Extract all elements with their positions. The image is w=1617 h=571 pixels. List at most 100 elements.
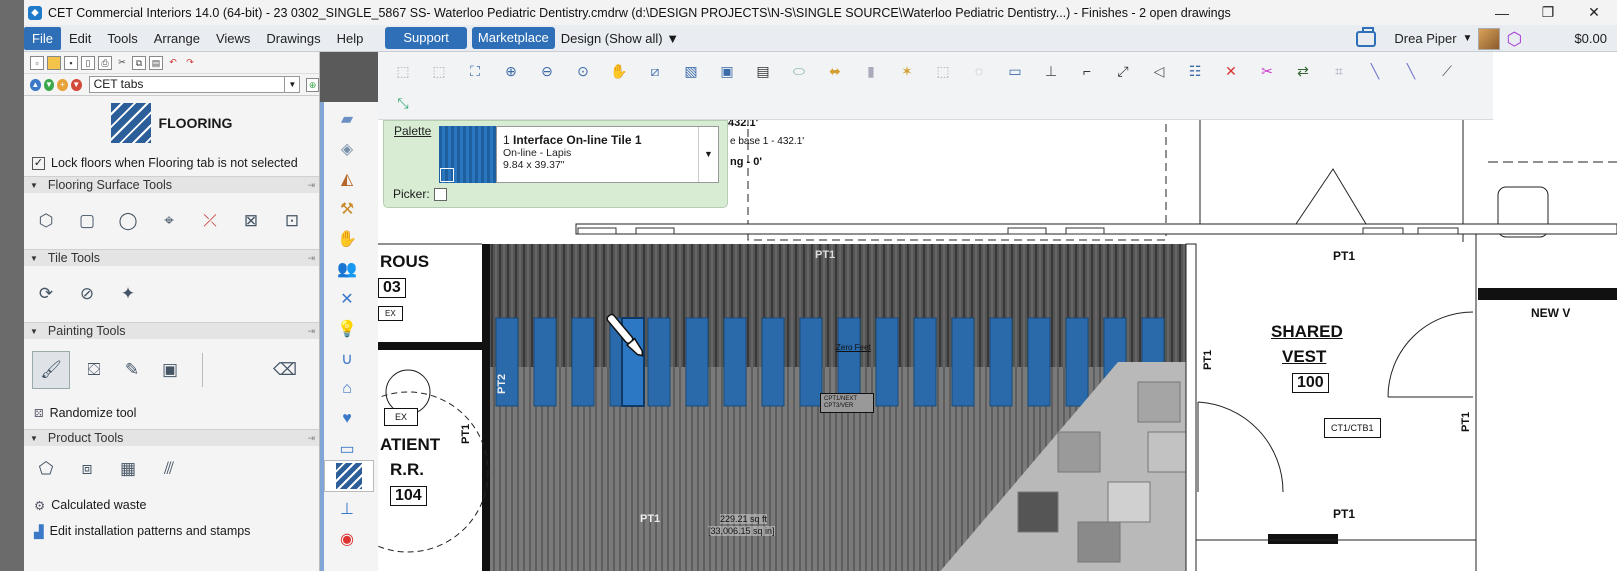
circle-surface-icon[interactable]: ◯ [114,207,142,235]
briefcase-icon[interactable] [1356,26,1377,47]
zoom-out-icon[interactable]: ⊖ [534,58,560,84]
product-layer-icon[interactable]: ⧈ [73,455,101,483]
tab-people-icon[interactable]: 👥 [330,256,364,282]
save-icon[interactable]: ▪ [64,55,78,70]
nav-add-icon[interactable]: + [57,78,68,91]
ruler-icon[interactable]: ⟋ [1434,58,1460,84]
align-icon[interactable]: ☷ [1182,58,1208,84]
paste-icon[interactable]: ▤ [149,55,163,70]
section-flooring-surface-tools[interactable]: ▼ Flooring Surface Tools ⇥ [24,176,319,193]
redo-icon[interactable]: ↷ [183,56,197,70]
close-button[interactable]: ✕ [1571,0,1617,25]
nav-down-icon[interactable]: ▼ [43,78,55,91]
undo-icon[interactable]: ↶ [166,56,180,70]
rectangle-surface-icon[interactable]: ▢ [73,207,101,235]
menu-arrange[interactable]: Arrange [146,27,208,50]
product-image-icon[interactable]: ▦ [114,455,142,483]
menu-views[interactable]: Views [208,27,258,50]
hexagon-icon[interactable]: ⬡ [1506,30,1524,48]
palette-link[interactable]: Palette [394,124,431,138]
drawing-canvas[interactable]: ation - 432.1' e base 1 - 432.1' ng - 0'… [378,52,1617,571]
paint-bucket-icon[interactable]: ⛋ [80,356,108,384]
cet-tabs-select[interactable]: CET tabs ▼ [88,76,301,93]
menu-help[interactable]: Help [329,27,372,50]
swatch-icon[interactable]: ▣ [156,356,184,384]
view-frame-icon[interactable]: ▣ [714,58,740,84]
tab-monitor-icon[interactable]: ▭ [330,436,364,462]
connect-icon[interactable]: ⌐ [1074,58,1100,84]
add-point-icon[interactable]: ⌖ [155,207,183,235]
user-dropdown-icon[interactable]: ▼ [1463,33,1473,44]
cut-tool-icon[interactable]: ✂ [1254,58,1280,84]
palette-swatch[interactable] [439,126,496,183]
measure-icon[interactable]: ⬌ [822,58,848,84]
tab-cube-icon[interactable]: ◈ [330,136,364,162]
nav-up-icon[interactable]: ▲ [30,78,41,91]
line-tool-icon[interactable]: ╲ [1362,58,1388,84]
line-tool-2-icon[interactable]: ╲ [1398,58,1424,84]
zoom-next-icon[interactable]: ⬚ [426,58,452,84]
tab-health-icon[interactable]: ♥ [330,406,364,432]
wand-icon[interactable]: ✶ [894,58,920,84]
tab-tools-icon[interactable]: ⚒ [330,196,364,222]
stack-icon[interactable]: ▮ [858,58,884,84]
section-tile-tools[interactable]: ▼ Tile Tools ⇥ [24,249,319,266]
zoom-image-icon[interactable]: ▧ [678,58,704,84]
copy-icon[interactable]: ⧉ [132,55,146,70]
tab-home-icon[interactable]: ⌂ [330,376,364,402]
tab-flooring-icon[interactable] [324,460,374,492]
calculated-waste-row[interactable]: ⚙ Calculated waste [24,492,319,518]
product-stack-icon[interactable]: ⫻ [155,455,183,483]
marketplace-button[interactable]: Marketplace [471,27,555,49]
zoom-window-icon[interactable]: ⊙ [570,58,596,84]
menu-tools[interactable]: Tools [99,27,145,50]
rotate-tile-icon[interactable]: ⟳ [32,280,60,308]
new-file-icon[interactable]: ▫ [30,55,44,70]
minimize-button[interactable]: — [1479,0,1525,25]
inner-surface-icon[interactable]: ⊡ [278,207,306,235]
lock-floors-checkbox[interactable]: ✓ [32,156,45,170]
resize-diagonal-icon[interactable]: ⤡ [390,90,416,116]
lasso-icon[interactable]: ◌ [966,58,992,84]
support-button[interactable]: Support [385,27,467,49]
open-folder-icon[interactable] [47,55,61,70]
mirror-icon[interactable]: ⌗ [1326,58,1352,84]
maximize-button[interactable]: ❐ [1525,0,1571,25]
randomize-tool-row[interactable]: ⚄ Randomize tool [24,401,319,425]
pin-tool-icon[interactable]: ⊥ [1038,58,1064,84]
delete-icon[interactable]: ✕ [1218,58,1244,84]
design-mode-dropdown[interactable]: Design (Show all) ▼ [555,31,685,46]
picker-checkbox[interactable] [433,187,447,201]
tab-cross-tools-icon[interactable]: ✕ [330,286,364,312]
avatar[interactable] [1478,27,1501,50]
menu-edit[interactable]: Edit [61,27,99,50]
tab-brand-icon[interactable]: ◉ [330,526,364,552]
flip-icon[interactable]: ◁ [1146,58,1172,84]
tab-magnet-icon[interactable]: ∪ [330,346,364,372]
tab-materials-icon[interactable]: ◭ [330,166,364,192]
section-painting-tools[interactable]: ▼ Painting Tools ⇥ [24,322,319,339]
comment-icon[interactable]: ▭ [1002,58,1028,84]
pin-icon[interactable]: ⇥ [307,326,315,337]
edit-corners-icon[interactable]: ⊠ [237,207,265,235]
shape-icon[interactable]: ⬭ [786,58,812,84]
nav-remove-icon[interactable]: ▼ [70,78,82,91]
polygon-surface-icon[interactable]: ⬡ [32,207,60,235]
zoom-selection-icon[interactable]: ⧄ [642,58,668,84]
pin-icon[interactable]: ⇥ [307,180,315,191]
pin-icon[interactable]: ⇥ [307,433,315,444]
zoom-previous-icon[interactable]: ⬚ [390,58,416,84]
menu-drawings[interactable]: Drawings [258,27,328,50]
tile-pattern-icon[interactable]: ✦ [114,280,142,308]
doc-properties-icon[interactable]: ▤ [750,58,776,84]
print-preview-icon[interactable]: ▯ [81,55,95,70]
paintbrush-icon[interactable]: 🖌 [32,351,70,389]
zoom-extents-icon[interactable]: ⛶ [462,58,488,84]
menu-file[interactable]: File [24,26,61,50]
tab-hand-icon[interactable]: ✋ [330,226,364,252]
palette-item-select[interactable]: 1 Interface On-line Tile 1 On-line - Lap… [496,126,719,183]
user-name[interactable]: Drea Piper [1394,31,1456,46]
pin-icon[interactable]: ⇥ [307,253,315,264]
section-product-tools[interactable]: ▼ Product Tools ⇥ [24,429,319,446]
stretch-icon[interactable]: ⤢ [1110,58,1136,84]
